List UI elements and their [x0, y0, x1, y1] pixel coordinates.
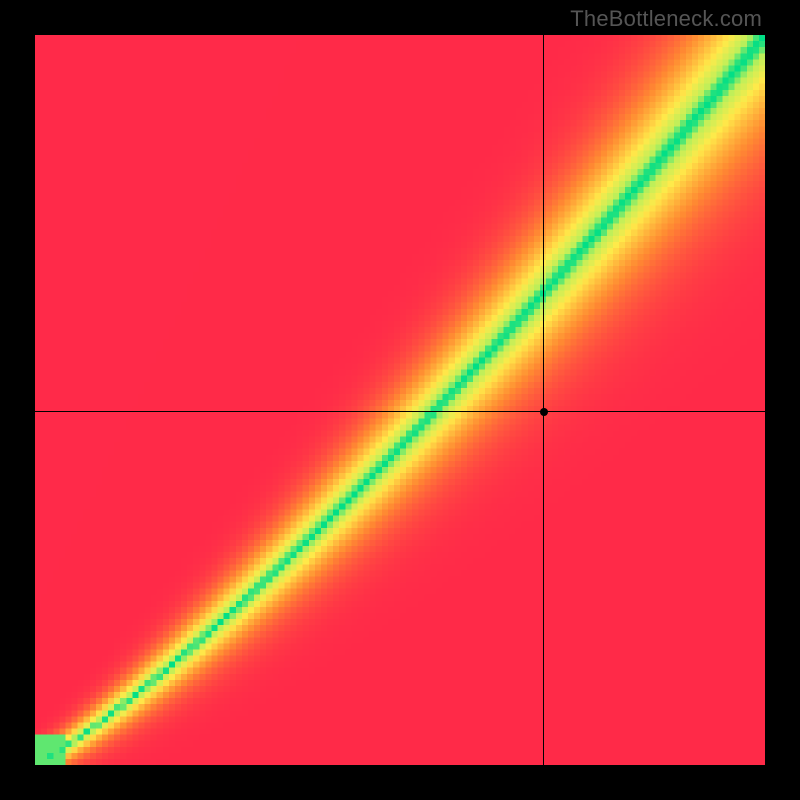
crosshair-vertical	[543, 35, 544, 765]
heatmap-canvas	[35, 35, 765, 765]
chart-frame: TheBottleneck.com	[0, 0, 800, 800]
heatmap-plot-area	[35, 35, 765, 765]
data-point-marker	[540, 408, 548, 416]
crosshair-horizontal	[35, 411, 765, 412]
watermark-text: TheBottleneck.com	[570, 6, 762, 32]
